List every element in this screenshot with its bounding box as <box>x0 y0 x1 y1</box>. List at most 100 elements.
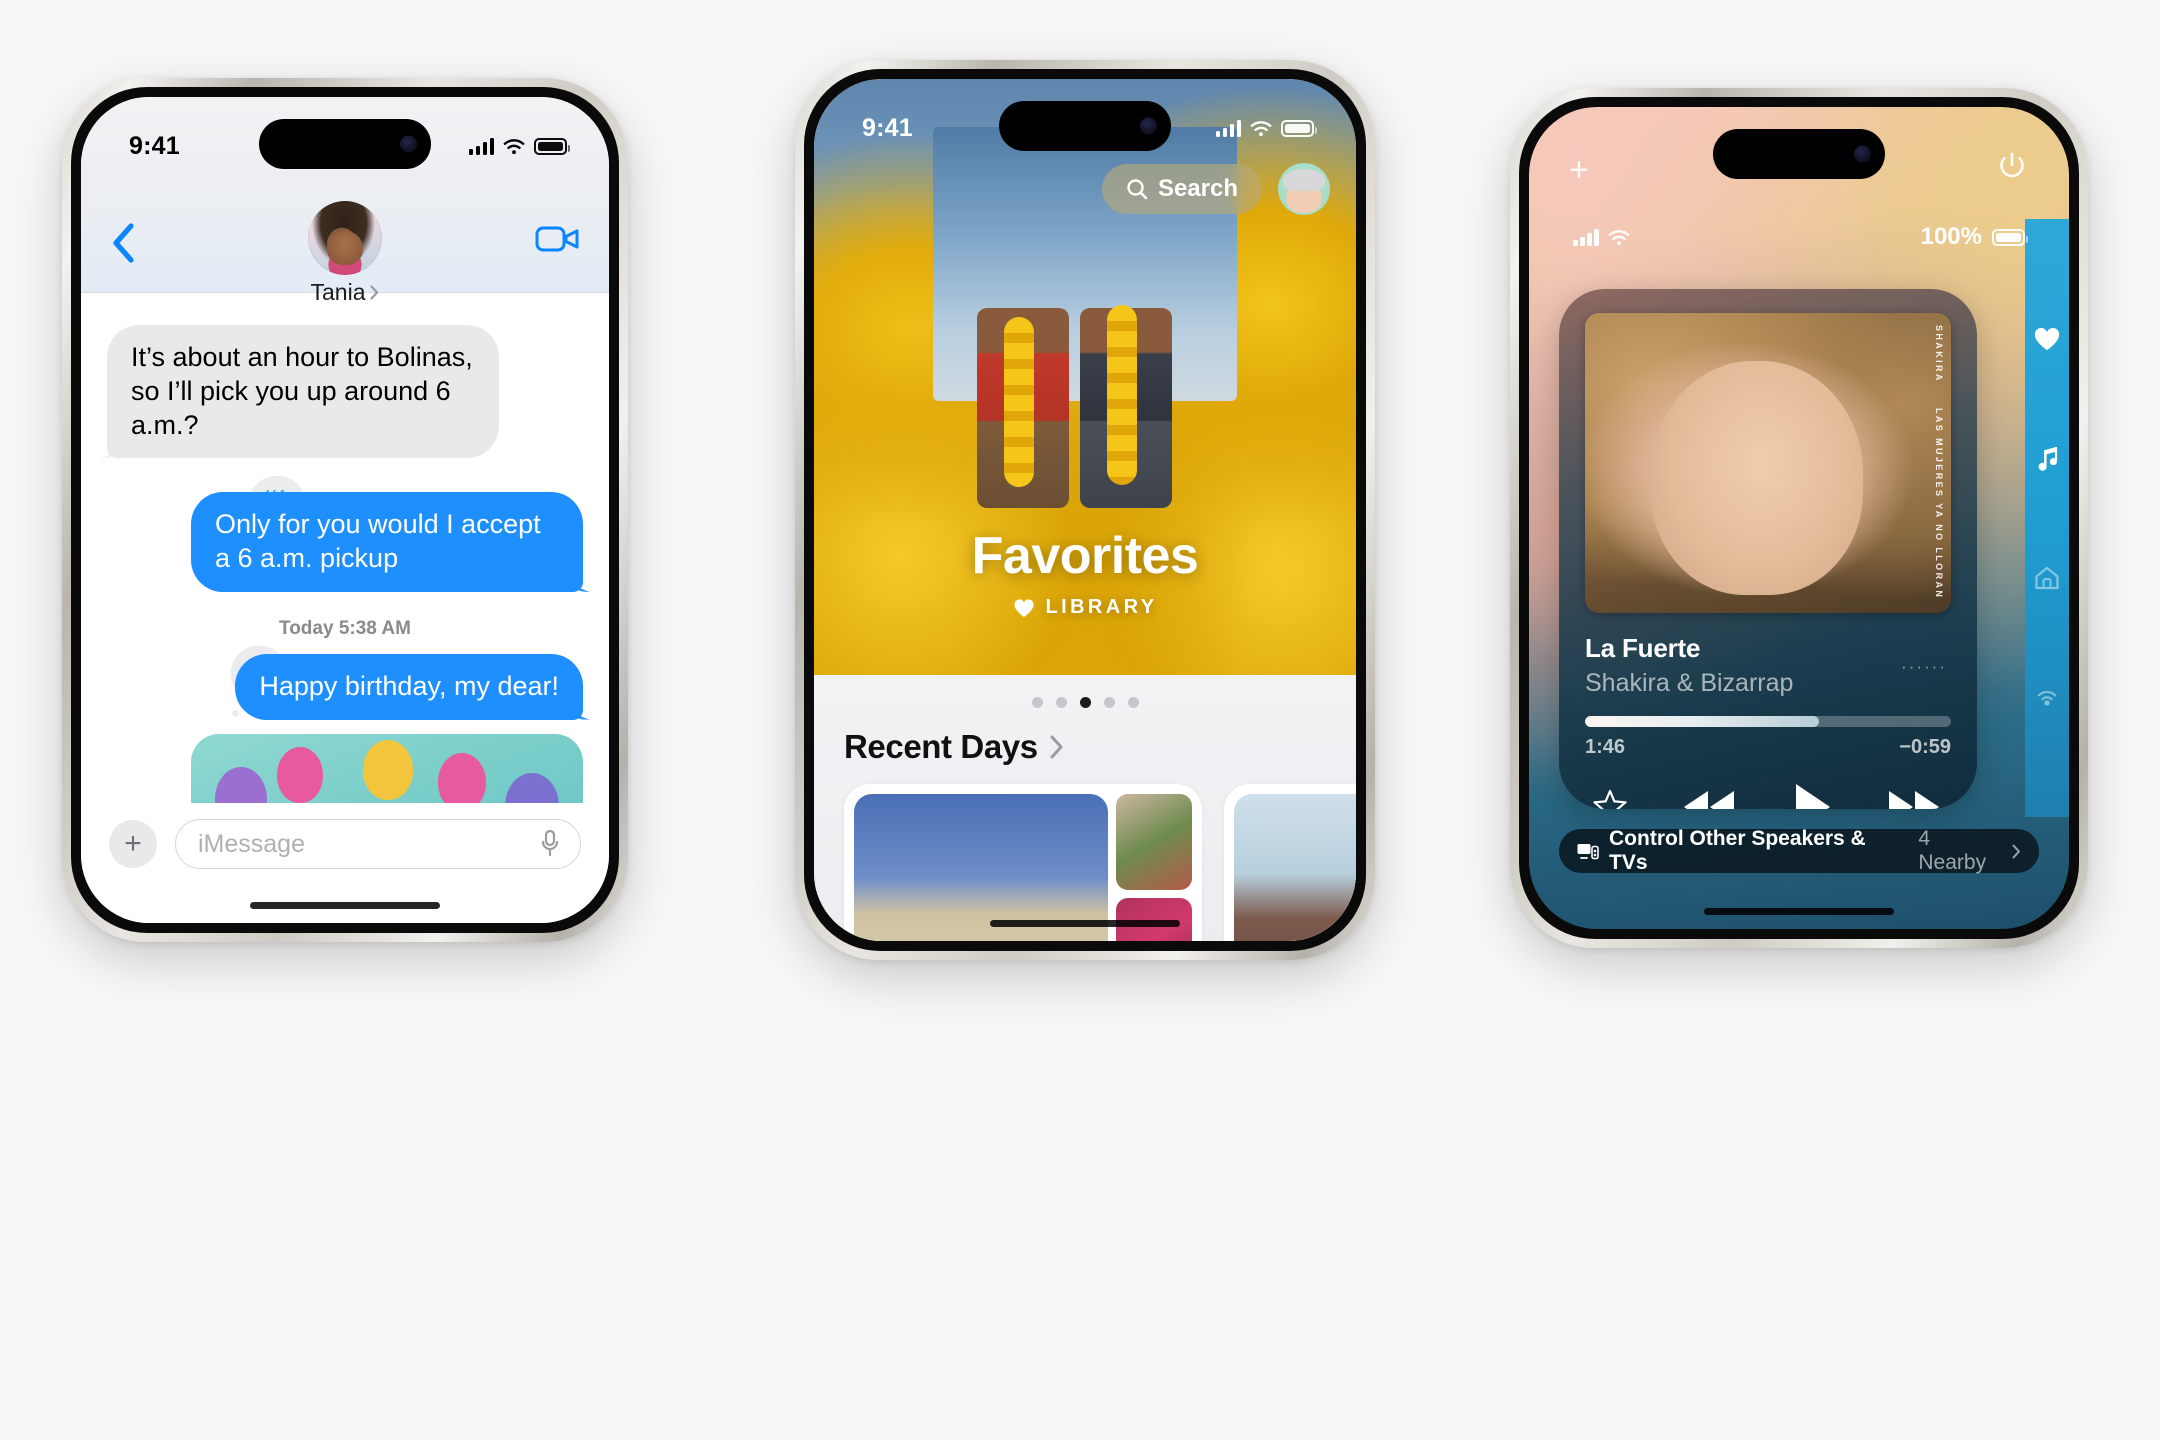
message-row: HAHA Only for you would I accept a 6 a.m… <box>81 476 609 592</box>
message-bubble-outgoing[interactable]: Only for you would I accept a 6 a.m. pic… <box>191 492 583 592</box>
photo-attachment[interactable] <box>191 733 583 803</box>
now-playing-card[interactable]: SHAKIRA LAS MUJERES YA NO LLORAN La Fuer… <box>1559 289 1977 809</box>
balloon-decor <box>277 746 324 803</box>
cellular-signal-icon <box>468 137 494 155</box>
recent-day-card[interactable]: Today <box>844 784 1202 941</box>
battery-icon <box>534 137 570 155</box>
phone-messages: 9:41 Tania It’s about an hour to Bolinas… <box>62 78 628 942</box>
more-dots-icon[interactable]: ······ <box>1901 657 1947 677</box>
page-dot[interactable] <box>1127 697 1139 708</box>
album-artist-vertical: SHAKIRA <box>1934 325 1944 383</box>
wifi-icon <box>1608 229 1629 245</box>
battery-icon <box>1992 228 2028 246</box>
plus-icon[interactable]: + <box>109 820 157 868</box>
album-face <box>1650 361 1864 595</box>
speakers-count: 4 Nearby <box>1918 827 2021 875</box>
page-dot[interactable] <box>1055 697 1067 708</box>
music-note-icon[interactable] <box>2034 445 2060 471</box>
chevron-right-icon <box>2012 844 2021 858</box>
control-other-speakers-button[interactable]: Control Other Speakers & TVs 4 Nearby <box>1559 827 2039 875</box>
airplay-tv-icon <box>1577 843 1599 859</box>
battery-icon <box>1281 119 1317 137</box>
section-header-recent-days[interactable]: Recent Days <box>814 714 1356 766</box>
chevron-right-icon <box>1050 735 1063 759</box>
album-title-vertical: LAS MUJERES YA NO LLORAN <box>1934 407 1944 599</box>
avatar[interactable] <box>1278 163 1330 215</box>
message-bubble-incoming[interactable]: It’s about an hour to Bolinas, so I’ll p… <box>107 325 499 459</box>
message-bubble-outgoing[interactable]: Happy birthday, my dear! <box>235 653 583 720</box>
screenshot-stage: 9:41 Tania It’s about an hour to Bolinas… <box>0 0 2160 1440</box>
balloon-decor <box>363 740 414 801</box>
power-icon[interactable] <box>1997 151 2027 181</box>
status-indicators <box>468 137 570 155</box>
message-row: ❤ Happy birthday, my dear! <box>81 645 609 720</box>
page-dot-active[interactable] <box>1079 697 1091 708</box>
phone-control-center: + 100% SHAKIRA LAS MUJERES YA NO LLORAN … <box>1510 88 2088 948</box>
wifi-icon <box>1250 120 1272 136</box>
control-center-side-rail[interactable] <box>2025 219 2069 817</box>
contact-name: Tania <box>310 279 366 305</box>
album-artwork[interactable]: SHAKIRA LAS MUJERES YA NO LLORAN <box>1585 313 1951 613</box>
battery-percent: 100% <box>1920 223 1982 250</box>
page-title: Favorites <box>971 527 1199 585</box>
recent-day-main-photo[interactable]: Today <box>854 794 1108 941</box>
remaining-time: −0:59 <box>1899 736 1951 758</box>
search-button[interactable]: Search <box>1101 164 1262 214</box>
status-indicators <box>1215 119 1317 137</box>
phone-photos: Favorites LIBRARY 9:41 Search Recent Day… <box>795 60 1375 960</box>
battery-status: 100% <box>1920 223 2028 251</box>
microphone-icon[interactable] <box>540 829 560 859</box>
rewind-icon[interactable] <box>1678 787 1740 809</box>
recent-day-thumb[interactable] <box>1116 794 1192 890</box>
contact-avatar <box>308 201 382 275</box>
track-times: 1:46 −0:59 <box>1585 736 1951 759</box>
chevron-right-icon <box>370 285 379 300</box>
marigold-garland <box>1003 317 1034 488</box>
photos-top-bar: Search <box>814 163 1356 215</box>
dynamic-island <box>259 119 431 169</box>
cellular-signal-icon <box>1215 119 1241 137</box>
cellular-signal-icon <box>1573 228 1599 246</box>
speakers-count-label: 4 Nearby <box>1918 827 1987 874</box>
page-dot[interactable] <box>1103 697 1115 708</box>
recent-day-card[interactable]: Yesterday <box>1224 784 1356 941</box>
facetime-video-icon[interactable] <box>535 223 579 255</box>
balloon-decor <box>504 773 559 803</box>
marigold-garland <box>1106 305 1137 486</box>
playback-controls <box>1585 781 1951 809</box>
page-dots[interactable] <box>814 675 1356 714</box>
status-time: 9:41 <box>129 131 180 160</box>
elapsed-time: 1:46 <box>1585 736 1626 758</box>
back-chevron-icon[interactable] <box>111 223 137 263</box>
balloon-decor <box>437 753 486 803</box>
recent-day-main-photo[interactable]: Yesterday <box>1234 794 1356 941</box>
plus-icon[interactable]: + <box>1569 153 1589 187</box>
messages-screen: 9:41 Tania It’s about an hour to Bolinas… <box>81 97 609 923</box>
status-indicators-left <box>1573 228 1630 246</box>
page-dot[interactable] <box>1031 697 1043 708</box>
track-progress-slider[interactable] <box>1585 716 1951 727</box>
photos-body[interactable]: Recent Days Today <box>814 675 1356 941</box>
recent-day-thumbs <box>1116 794 1192 941</box>
home-icon[interactable] <box>2034 565 2060 591</box>
contact-header[interactable]: Tania <box>308 201 382 306</box>
imessage-placeholder: iMessage <box>198 829 305 858</box>
status-time: 9:41 <box>862 113 913 142</box>
fast-forward-icon[interactable] <box>1883 787 1945 809</box>
star-icon[interactable] <box>1591 788 1629 809</box>
search-label: Search <box>1157 175 1238 202</box>
home-indicator <box>990 920 1180 927</box>
recent-days-carousel[interactable]: Today Yesterday <box>814 766 1356 941</box>
imessage-input[interactable]: iMessage <box>175 819 581 869</box>
airplay-audio-icon[interactable] <box>2034 684 2060 710</box>
wifi-icon <box>503 138 525 154</box>
speakers-label: Control Other Speakers & TVs <box>1609 827 1866 874</box>
track-title: La Fuerte <box>1585 633 1701 663</box>
dynamic-island <box>999 101 1171 151</box>
heart-icon[interactable] <box>2034 326 2060 352</box>
dynamic-island <box>1713 129 1885 179</box>
play-icon[interactable] <box>1788 781 1834 809</box>
message-thread[interactable]: It’s about an hour to Bolinas, so I’ll p… <box>81 293 609 803</box>
heart-icon <box>1013 598 1034 617</box>
thread-timestamp: Today 5:38 AM <box>279 617 411 639</box>
